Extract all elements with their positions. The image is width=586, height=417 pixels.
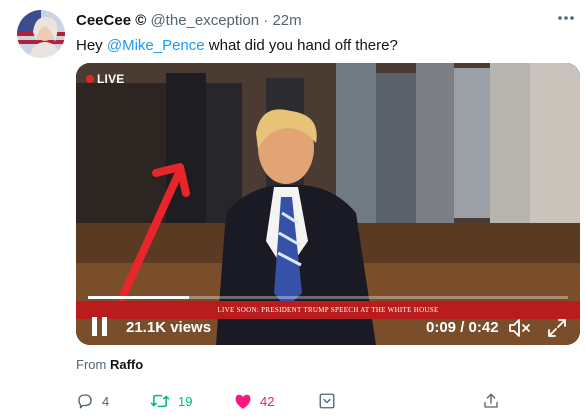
pause-button[interactable] (92, 317, 108, 337)
reply-count: 4 (102, 393, 110, 409)
tweet-source: From Raffo (76, 357, 143, 372)
retweet-button[interactable]: 19 (150, 391, 192, 411)
retweet-count: 19 (178, 393, 193, 409)
author-handle[interactable]: @the_exception (150, 12, 259, 29)
tweet-text: Hey @Mike_Pence what did you hand off th… (76, 36, 398, 56)
bookmark-button[interactable] (318, 391, 336, 411)
reply-button[interactable]: 4 (76, 391, 109, 411)
bookmark-icon (319, 393, 335, 409)
reply-icon (78, 394, 92, 409)
video-controls: 21.1K views 0:09 / 0:42 (76, 311, 580, 345)
author-name[interactable]: CeeCee (76, 12, 131, 29)
like-button[interactable]: 42 (234, 391, 274, 411)
separator-dot: · (263, 12, 269, 29)
like-icon (235, 394, 251, 409)
more-button[interactable] (551, 6, 581, 30)
view-count: 21.1K views (126, 319, 212, 336)
share-icon (484, 393, 498, 408)
tweet-text-prefix: Hey (76, 37, 107, 54)
share-button[interactable] (482, 391, 500, 411)
timestamp[interactable]: 22m (272, 12, 301, 29)
video-progress-bar[interactable] (88, 296, 568, 299)
author-copyright-symbol: © (135, 12, 147, 29)
live-badge: LIVE (86, 72, 124, 86)
avatar[interactable] (17, 10, 65, 58)
tweet-header: CeeCee © @the_exception · 22m (76, 11, 302, 31)
video-timecode: 0:09 / 0:42 (426, 319, 499, 336)
pause-icon (92, 317, 97, 336)
source-prefix: From (76, 357, 110, 372)
live-dot-icon (86, 75, 94, 83)
mute-icon (509, 319, 530, 337)
retweet-icon (150, 394, 170, 408)
fullscreen-icon (548, 319, 566, 337)
more-icon (558, 16, 574, 20)
video-player[interactable]: LIVE LIVE SOON: PRESIDENT TRUMP SPEECH A… (76, 63, 580, 345)
like-count: 42 (260, 393, 275, 409)
tweet-text-suffix: what did you hand off there? (204, 37, 398, 54)
tweet-card[interactable]: CeeCee © @the_exception · 22m Hey @Mike_… (0, 0, 586, 417)
video-progress-fill (88, 296, 189, 299)
mention-link[interactable]: @Mike_Pence (107, 37, 205, 54)
fullscreen-button[interactable] (546, 317, 568, 339)
pause-icon (102, 317, 107, 336)
live-label: LIVE (97, 72, 125, 86)
mute-button[interactable] (508, 317, 532, 339)
source-link[interactable]: Raffo (110, 357, 143, 372)
